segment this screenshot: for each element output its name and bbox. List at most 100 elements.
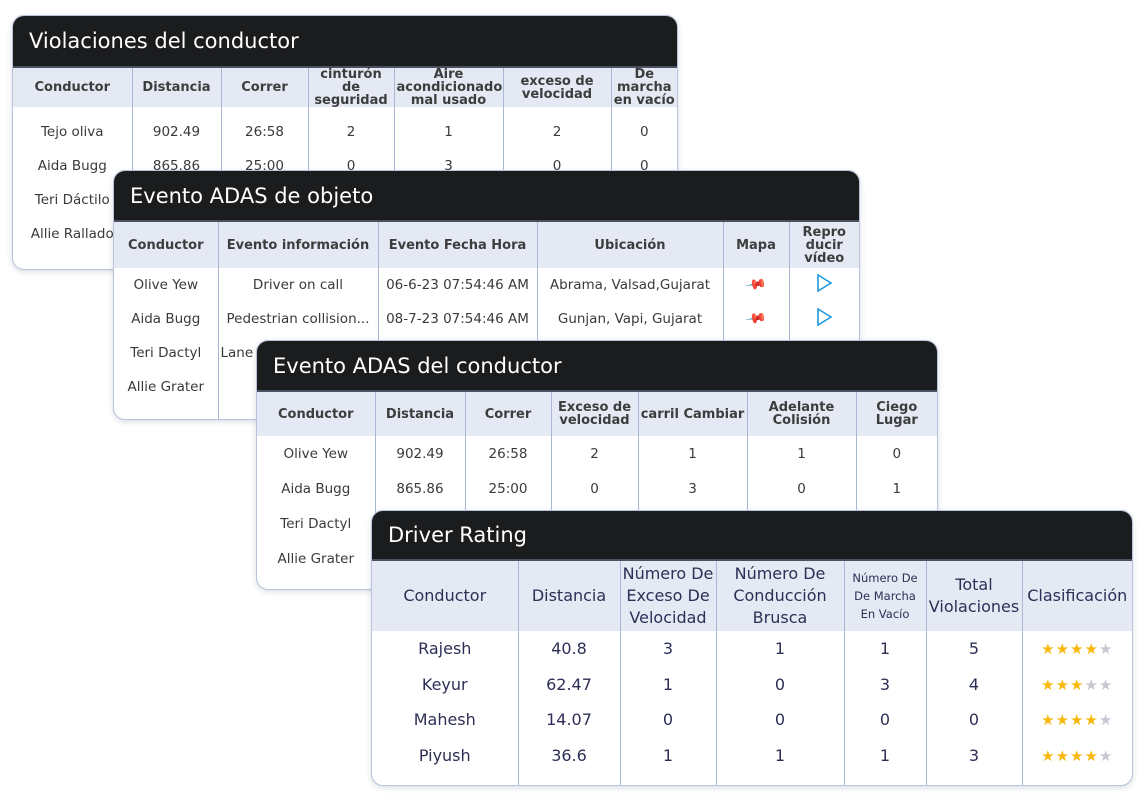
driver-name: Olive Yew: [133, 277, 198, 293]
card-title: Evento ADAS de objeto: [114, 171, 859, 222]
column-header[interactable]: Ubicación: [536, 222, 723, 268]
card-title: Driver Rating: [372, 511, 1132, 561]
rating-stars: ★★★★★: [1021, 737, 1132, 773]
table-row[interactable]: Aida Bugg Pedestrian collision... 08-7-2…: [114, 302, 859, 336]
distance: 62.47: [517, 666, 620, 702]
star-filled-icon: ★: [1041, 711, 1056, 730]
driver-rating-card: Driver Rating Conductor Distancia Número…: [371, 510, 1133, 786]
table-row[interactable]: Olive Yew Driver on call 06-6-23 07:54:4…: [114, 268, 859, 302]
table-row[interactable]: Tejo oliva 902.49 26:58 2 1 2 0: [13, 115, 677, 149]
column-header[interactable]: Aire acondicionado mal usado: [393, 68, 503, 107]
driver-name: Piyush: [418, 745, 471, 765]
column-header[interactable]: Exceso de velocidad: [550, 392, 638, 436]
event-datetime: 06-6-23 07:54:46 AM: [377, 268, 537, 302]
column-header[interactable]: Repro ducir vídeo: [788, 222, 859, 268]
speeding-count: 3: [619, 631, 716, 667]
table-row[interactable]: Keyur 62.47 1 0 3 4 ★★★★★: [372, 666, 1132, 702]
harsh-driving-count: 1: [715, 631, 844, 667]
column-header[interactable]: exceso de velocidad: [502, 68, 611, 107]
driver-name: Rajesh: [418, 639, 472, 659]
column-header[interactable]: Evento Fecha Hora: [377, 222, 537, 268]
column-header[interactable]: carril Cambiar: [637, 392, 747, 436]
driver-name: Mahesh: [413, 710, 476, 730]
star-filled-icon: ★: [1070, 640, 1085, 659]
star-filled-icon: ★: [1041, 675, 1056, 694]
column-header[interactable]: Mapa: [722, 222, 789, 268]
star-filled-icon: ★: [1084, 640, 1099, 659]
speeding-count: 0: [619, 702, 716, 738]
harsh-driving-count: 1: [715, 737, 844, 773]
lane-change-count: 3: [637, 471, 747, 506]
driver-name: Teri Dactyl: [130, 345, 202, 361]
location: Gunjan, Vapi, Gujarat: [536, 302, 723, 336]
column-header[interactable]: Distancia: [374, 392, 465, 436]
map-pin-icon[interactable]: 📌: [744, 273, 767, 296]
column-header[interactable]: Número De De Marcha En Vacío: [843, 561, 926, 631]
distance: 865.86: [374, 471, 465, 506]
speeding-count: 1: [619, 737, 716, 773]
column-header[interactable]: Número De Conducción Brusca: [715, 561, 844, 631]
rating-stars: ★★★★★: [1021, 666, 1132, 702]
star-filled-icon: ★: [1070, 746, 1085, 765]
driver-name: Keyur: [421, 674, 468, 694]
column-header[interactable]: Número De Exceso De Velocidad: [619, 561, 716, 631]
table-row[interactable]: Rajesh 40.8 3 1 1 5 ★★★★★: [372, 631, 1132, 667]
total-violations: 0: [925, 702, 1022, 738]
forward-collision-count: 1: [746, 436, 856, 471]
idle-count: 1: [843, 631, 926, 667]
event-info: Pedestrian collision...: [217, 302, 378, 336]
forward-collision-count: 0: [746, 471, 856, 506]
column-header[interactable]: Distancia: [131, 68, 221, 107]
star-filled-icon: ★: [1055, 746, 1071, 765]
column-header[interactable]: Clasificación: [1021, 561, 1132, 631]
column-header[interactable]: Adelante Colisión: [746, 392, 856, 436]
blind-spot-count: 0: [855, 436, 937, 471]
event-datetime: 08-7-23 07:54:46 AM: [377, 302, 537, 336]
column-header[interactable]: Conductor: [114, 222, 218, 268]
column-header[interactable]: Conductor: [372, 561, 518, 631]
distance: 40.8: [517, 631, 620, 667]
column-header[interactable]: De marcha en vacío: [610, 68, 677, 107]
map-cell: 📌: [722, 302, 789, 336]
driver-rating-table: Conductor Distancia Número De Exceso De …: [372, 561, 1132, 785]
star-filled-icon: ★: [1055, 675, 1071, 694]
blind-spot-count: 1: [855, 471, 937, 506]
table-row[interactable]: Olive Yew 902.49 26:58 2 1 1 0: [257, 436, 937, 471]
distance: 36.6: [517, 737, 620, 773]
distance: 14.07: [517, 702, 620, 738]
column-header[interactable]: Ciego Lugar: [855, 392, 937, 436]
play-icon[interactable]: [815, 308, 833, 326]
distance: 902.49: [131, 115, 221, 149]
play-icon[interactable]: [815, 274, 833, 292]
map-pin-icon[interactable]: 📌: [744, 307, 767, 330]
star-filled-icon: ★: [1055, 640, 1071, 659]
star-filled-icon: ★: [1041, 640, 1056, 659]
video-cell: [788, 268, 859, 302]
column-header[interactable]: Evento información: [217, 222, 378, 268]
driver-name: Allie Grater: [277, 550, 355, 567]
driver-name: Aida Bugg: [131, 311, 201, 327]
rating-stars: ★★★★★: [1021, 631, 1132, 667]
star-empty-icon: ★: [1098, 640, 1114, 659]
column-header[interactable]: cinturón de seguridad: [307, 68, 394, 107]
column-header[interactable]: Total Violaciones: [925, 561, 1022, 631]
star-filled-icon: ★: [1084, 746, 1099, 765]
table-row[interactable]: Aida Bugg 865.86 25:00 0 3 0 1: [257, 471, 937, 506]
column-header[interactable]: Conductor: [257, 392, 375, 436]
driver-name: Teri Dactyl: [280, 515, 352, 532]
column-header[interactable]: Correr: [220, 68, 308, 107]
star-empty-icon: ★: [1098, 675, 1114, 694]
table-row[interactable]: Mahesh 14.07 0 0 0 0 ★★★★★: [372, 702, 1132, 738]
total-violations: 3: [925, 737, 1022, 773]
seatbelt-count: 2: [307, 115, 394, 149]
total-violations: 5: [925, 631, 1022, 667]
column-header[interactable]: Conductor: [13, 68, 132, 107]
run-time: 26:58: [220, 115, 308, 149]
harsh-driving-count: 0: [715, 666, 844, 702]
table-row[interactable]: Piyush 36.6 1 1 1 3 ★★★★★: [372, 737, 1132, 773]
column-header[interactable]: Correr: [464, 392, 551, 436]
table-header-row: Conductor Distancia Número De Exceso De …: [372, 561, 1132, 631]
column-header[interactable]: Distancia: [517, 561, 620, 631]
total-violations: 4: [925, 666, 1022, 702]
ac-misuse-count: 1: [393, 115, 503, 149]
